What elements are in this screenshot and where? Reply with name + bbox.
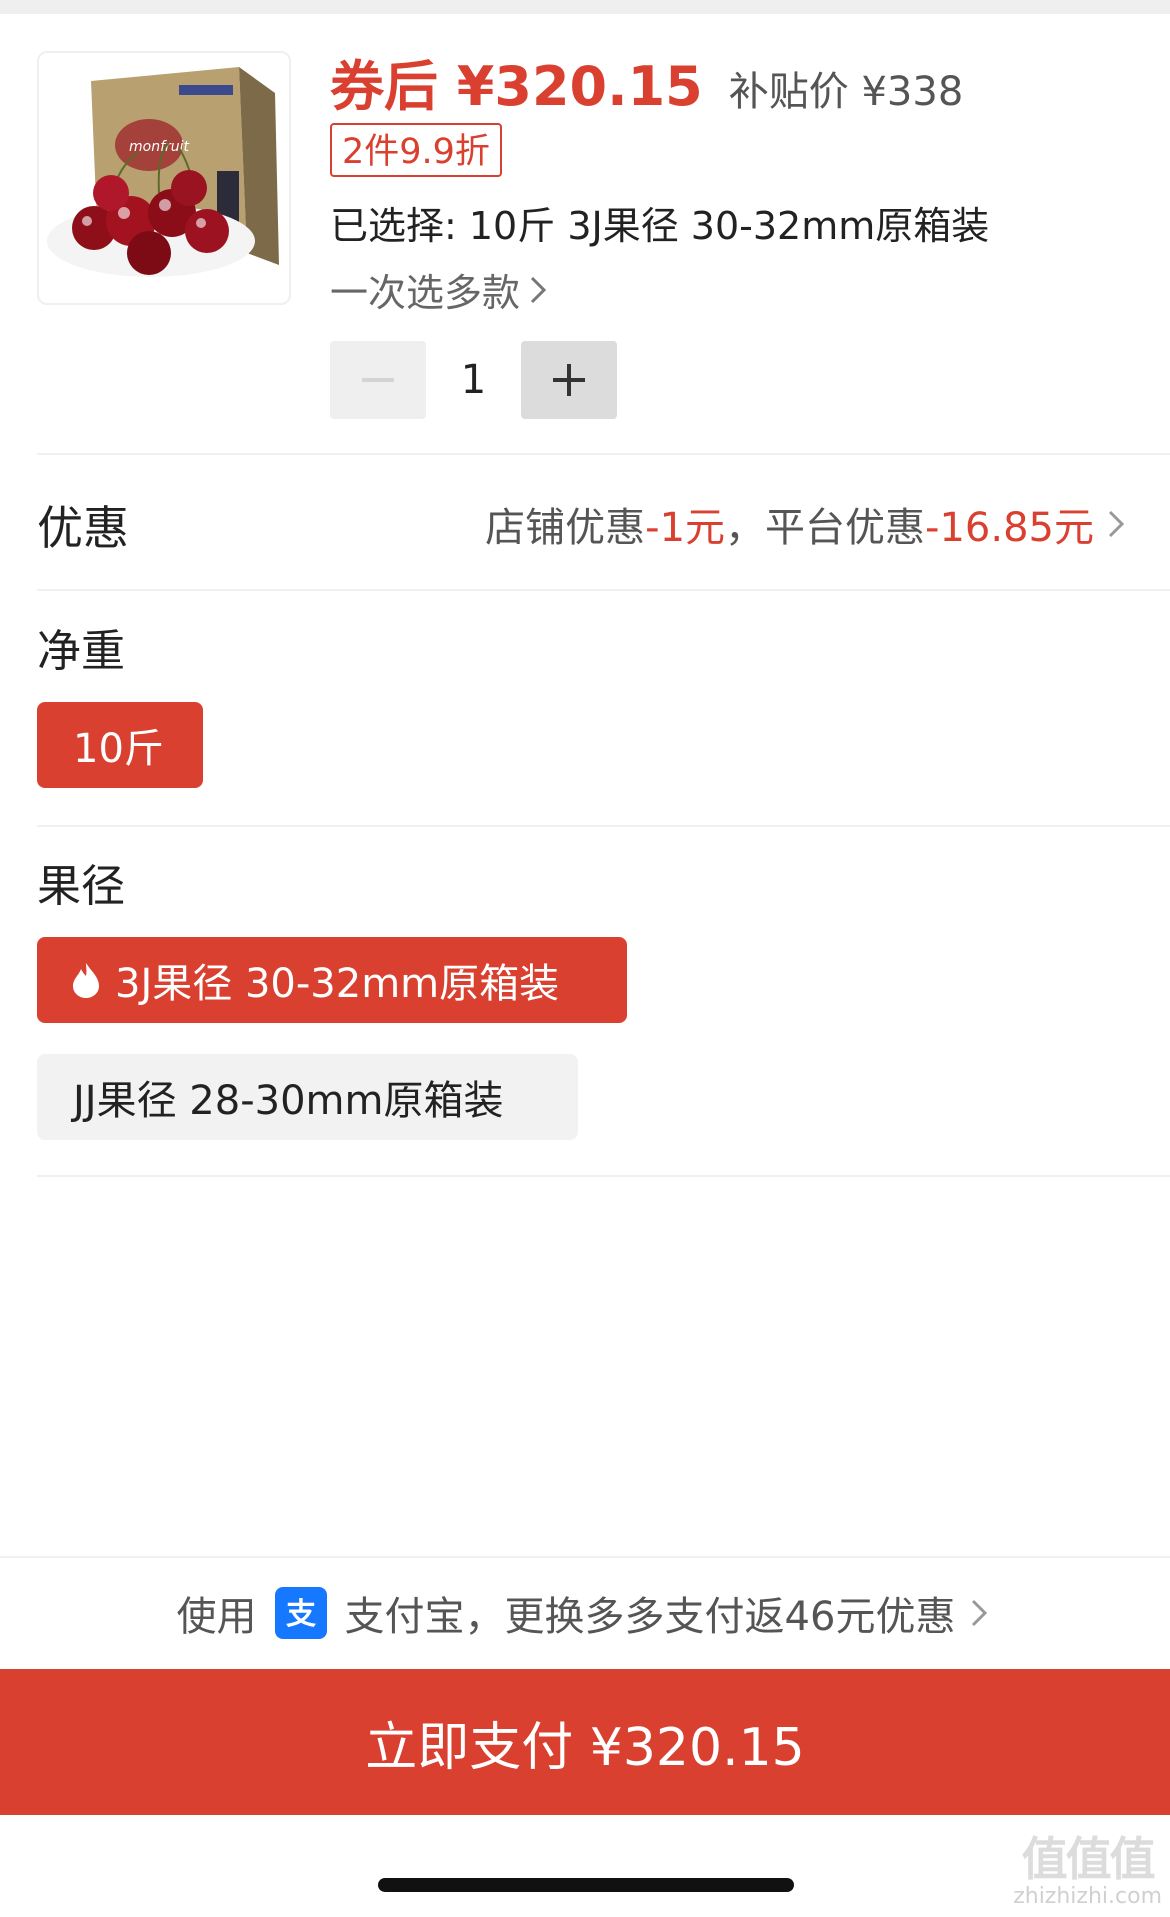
divider <box>37 453 1170 455</box>
diameter-option-label: 3J果径 30-32mm原箱装 <box>115 961 560 1007</box>
weight-option-10jin[interactable]: 10斤 <box>37 702 203 788</box>
plus-icon <box>553 364 585 396</box>
discount-detail-link[interactable]: 店铺优惠 -1元 ， 平台优惠 -16.85元 <box>485 495 1130 553</box>
top-strip <box>0 0 1170 14</box>
watermark: 值值值 zhizhizhi.com <box>1013 1834 1162 1909</box>
alipay-icon: 支 <box>274 1587 327 1639</box>
multi-select-link[interactable]: 一次选多款 <box>330 262 552 317</box>
discount-label: 优惠 <box>37 501 129 555</box>
chevron-right-icon <box>1108 510 1125 538</box>
payment-method-tip[interactable]: 使用 支 支付宝，更换多多支付返46元优惠 <box>0 1558 1170 1668</box>
platform-discount-amount: -16.85元 <box>925 505 1094 551</box>
minus-icon <box>362 378 394 382</box>
watermark-site: zhizhizhi.com <box>1013 1883 1162 1909</box>
diameter-option-label: JJ果径 28-30mm原箱装 <box>73 1078 504 1124</box>
platform-discount-label: 平台优惠 <box>765 505 926 551</box>
decrease-button[interactable] <box>330 341 426 419</box>
pay-now-button[interactable]: 立即支付 ¥320.15 <box>0 1669 1170 1815</box>
quantity-value[interactable]: 1 <box>426 357 521 403</box>
chevron-right-icon <box>530 276 547 303</box>
payment-tip-text: 支付宝，更换多多支付返46元优惠 <box>344 1594 956 1640</box>
store-discount-label: 店铺优惠 <box>485 505 646 551</box>
multi-select-label: 一次选多款 <box>330 271 521 315</box>
quantity-stepper: 1 <box>330 341 617 419</box>
increase-button[interactable] <box>521 341 617 419</box>
price-row: 券后 ¥320.15 补贴价 ¥338 <box>330 42 963 122</box>
product-thumbnail[interactable]: monfruit <box>37 51 291 305</box>
discount-separator: ， <box>725 505 766 551</box>
chevron-right-icon <box>972 1599 988 1627</box>
payment-tip-prefix: 使用 <box>176 1594 257 1640</box>
deal-badge: 2件9.9折 <box>330 123 502 177</box>
fire-icon <box>73 963 99 998</box>
diameter-option-3j[interactable]: 3J果径 30-32mm原箱装 <box>37 937 627 1023</box>
divider <box>37 589 1170 591</box>
diameter-section-title: 果径 <box>37 861 125 912</box>
cherry-box-image: monfruit <box>39 53 289 303</box>
subsidy-price: 补贴价 ¥338 <box>728 69 964 115</box>
svg-text:支: 支 <box>286 1597 316 1632</box>
weight-section-title: 净重 <box>37 626 125 677</box>
weight-option-label: 10斤 <box>73 726 164 772</box>
selected-spec-text: 已选择: 10斤 3J果径 30-32mm原箱装 <box>330 204 990 248</box>
store-discount-amount: -1元 <box>645 505 726 551</box>
diameter-option-jj[interactable]: JJ果径 28-30mm原箱装 <box>37 1054 578 1140</box>
coupon-price: 券后 ¥320.15 <box>330 55 703 118</box>
divider <box>37 1175 1170 1177</box>
divider <box>37 825 1170 827</box>
watermark-logo: 值值值 <box>1021 1832 1156 1887</box>
home-indicator <box>378 1878 794 1892</box>
